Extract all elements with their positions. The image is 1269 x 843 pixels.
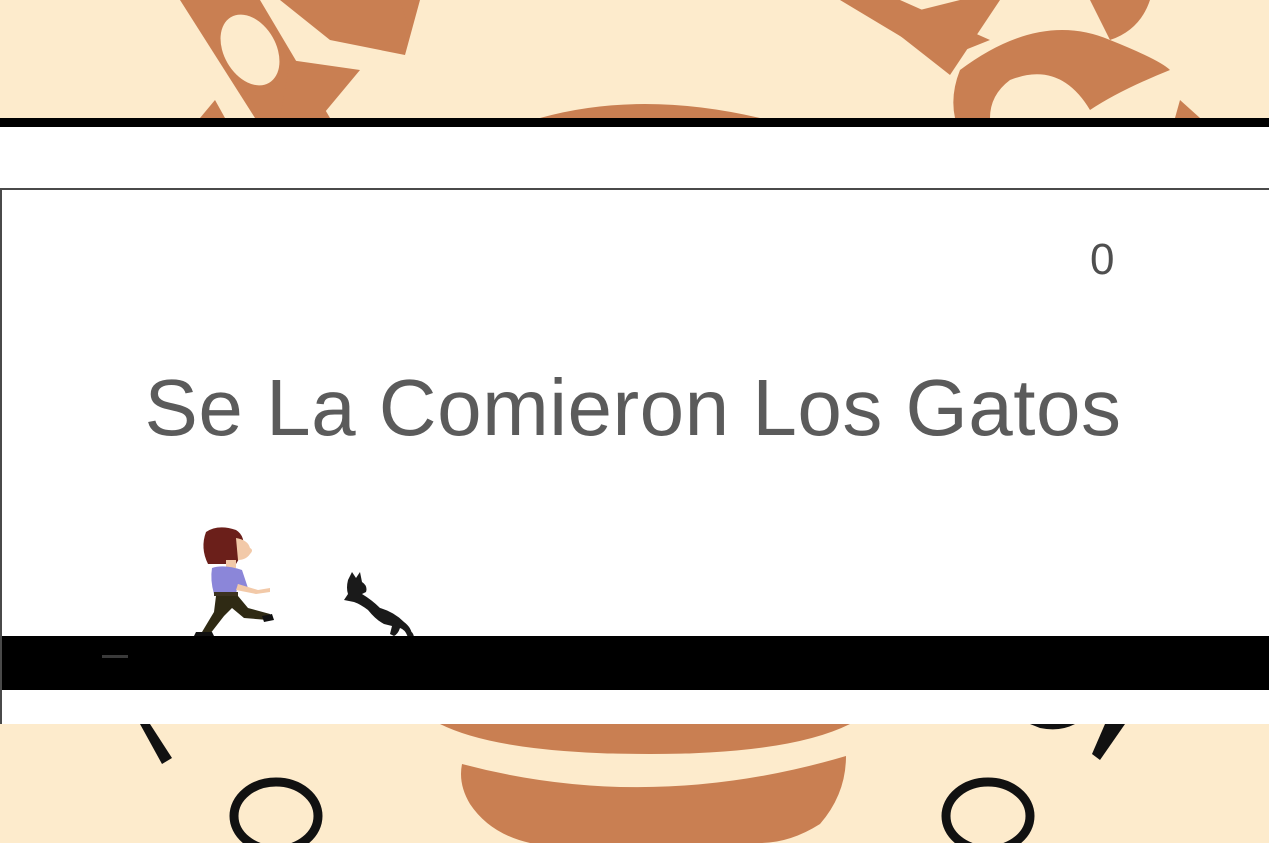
- page-gap: [0, 127, 1269, 188]
- decorative-pattern-bottom: [140, 724, 1125, 843]
- player-girl-sprite: [194, 527, 274, 636]
- ground-track: [2, 636, 1269, 690]
- top-divider: [0, 118, 1269, 127]
- score-counter: 0: [1090, 235, 1115, 284]
- background-pattern-bottom: [0, 724, 1269, 843]
- game-canvas[interactable]: 0 Se La Comieron Los Gatos: [0, 188, 1269, 724]
- black-cat-sprite: [344, 572, 414, 638]
- ground-mark: [102, 655, 128, 658]
- background-pattern-top: [0, 0, 1269, 118]
- game-title: Se La Comieron Los Gatos: [144, 363, 1122, 452]
- decorative-pattern-top: [180, 0, 1200, 118]
